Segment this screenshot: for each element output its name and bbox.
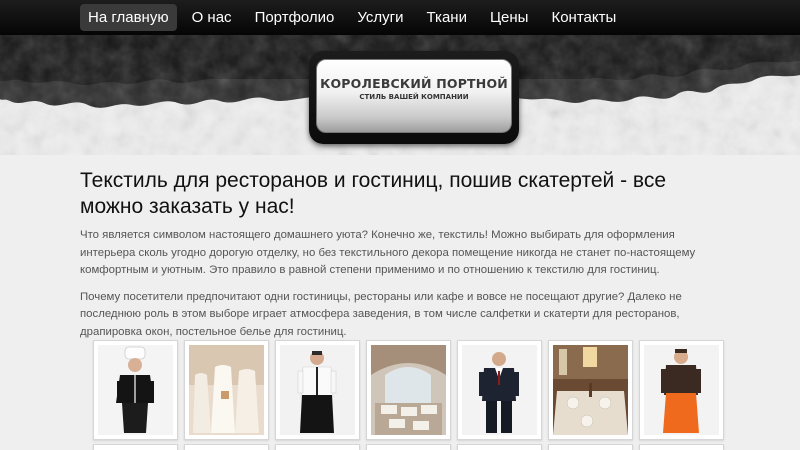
gallery-item-hall[interactable] <box>366 340 451 440</box>
gallery-item-suit[interactable] <box>457 340 542 440</box>
intro-paragraph: Что является символом настоящего домашне… <box>80 229 696 276</box>
gallery-item-orange-apron[interactable] <box>639 340 724 440</box>
site-logo[interactable]: КОРОЛЕВСКИЙ ПОРТНОЙ СТИЛЬ ВАШЕЙ КОМПАНИИ <box>309 51 519 144</box>
gallery-item[interactable] <box>639 444 724 450</box>
waiter-orange-apron-photo <box>644 345 719 435</box>
chef-uniform-photo <box>98 345 173 435</box>
logo-title: КОРОЛЕВСКИЙ ПОРТНОЙ <box>320 76 508 91</box>
gallery-item[interactable] <box>548 444 633 450</box>
photo-gallery-row-2 <box>93 444 733 450</box>
nav-item-services[interactable]: Услуги <box>349 4 411 31</box>
restaurant-table-linen-photo <box>553 345 628 435</box>
gallery-item[interactable] <box>366 444 451 450</box>
gallery-item-table[interactable] <box>548 340 633 440</box>
waiter-apron-photo <box>280 345 355 435</box>
logo-subtitle: СТИЛЬ ВАШЕЙ КОМПАНИИ <box>359 93 469 101</box>
main-content: Текстиль для ресторанов и гостиниц, поши… <box>80 168 725 350</box>
restaurant-hall-photo <box>371 345 446 435</box>
gallery-item-waiter[interactable] <box>275 340 360 440</box>
gallery-item[interactable] <box>275 444 360 450</box>
suit-uniform-photo <box>462 345 537 435</box>
nav-item-home[interactable]: На главную <box>80 4 177 31</box>
second-paragraph: Почему посетители предпочитают одни гост… <box>80 290 682 338</box>
nav-item-about[interactable]: О нас <box>184 4 240 31</box>
nav-item-prices[interactable]: Цены <box>482 4 537 31</box>
top-navbar: На главную О нас Портфолио Услуги Ткани … <box>0 0 800 35</box>
logo-plate: КОРОЛЕВСКИЙ ПОРТНОЙ СТИЛЬ ВАШЕЙ КОМПАНИИ <box>316 59 512 133</box>
gallery-item-chairs[interactable] <box>184 340 269 440</box>
gallery-item[interactable] <box>93 444 178 450</box>
nav-item-portfolio[interactable]: Портфолио <box>247 4 343 31</box>
page-title: Текстиль для ресторанов и гостиниц, поши… <box>80 169 667 218</box>
photo-gallery <box>93 340 733 440</box>
gallery-item-chef[interactable] <box>93 340 178 440</box>
banquet-chair-covers-photo <box>189 345 264 435</box>
nav-item-fabrics[interactable]: Ткани <box>419 4 475 31</box>
gallery-item[interactable] <box>184 444 269 450</box>
nav-item-contacts[interactable]: Контакты <box>543 4 624 31</box>
gallery-item[interactable] <box>457 444 542 450</box>
main-menu: На главную О нас Портфолио Услуги Ткани … <box>80 4 631 31</box>
